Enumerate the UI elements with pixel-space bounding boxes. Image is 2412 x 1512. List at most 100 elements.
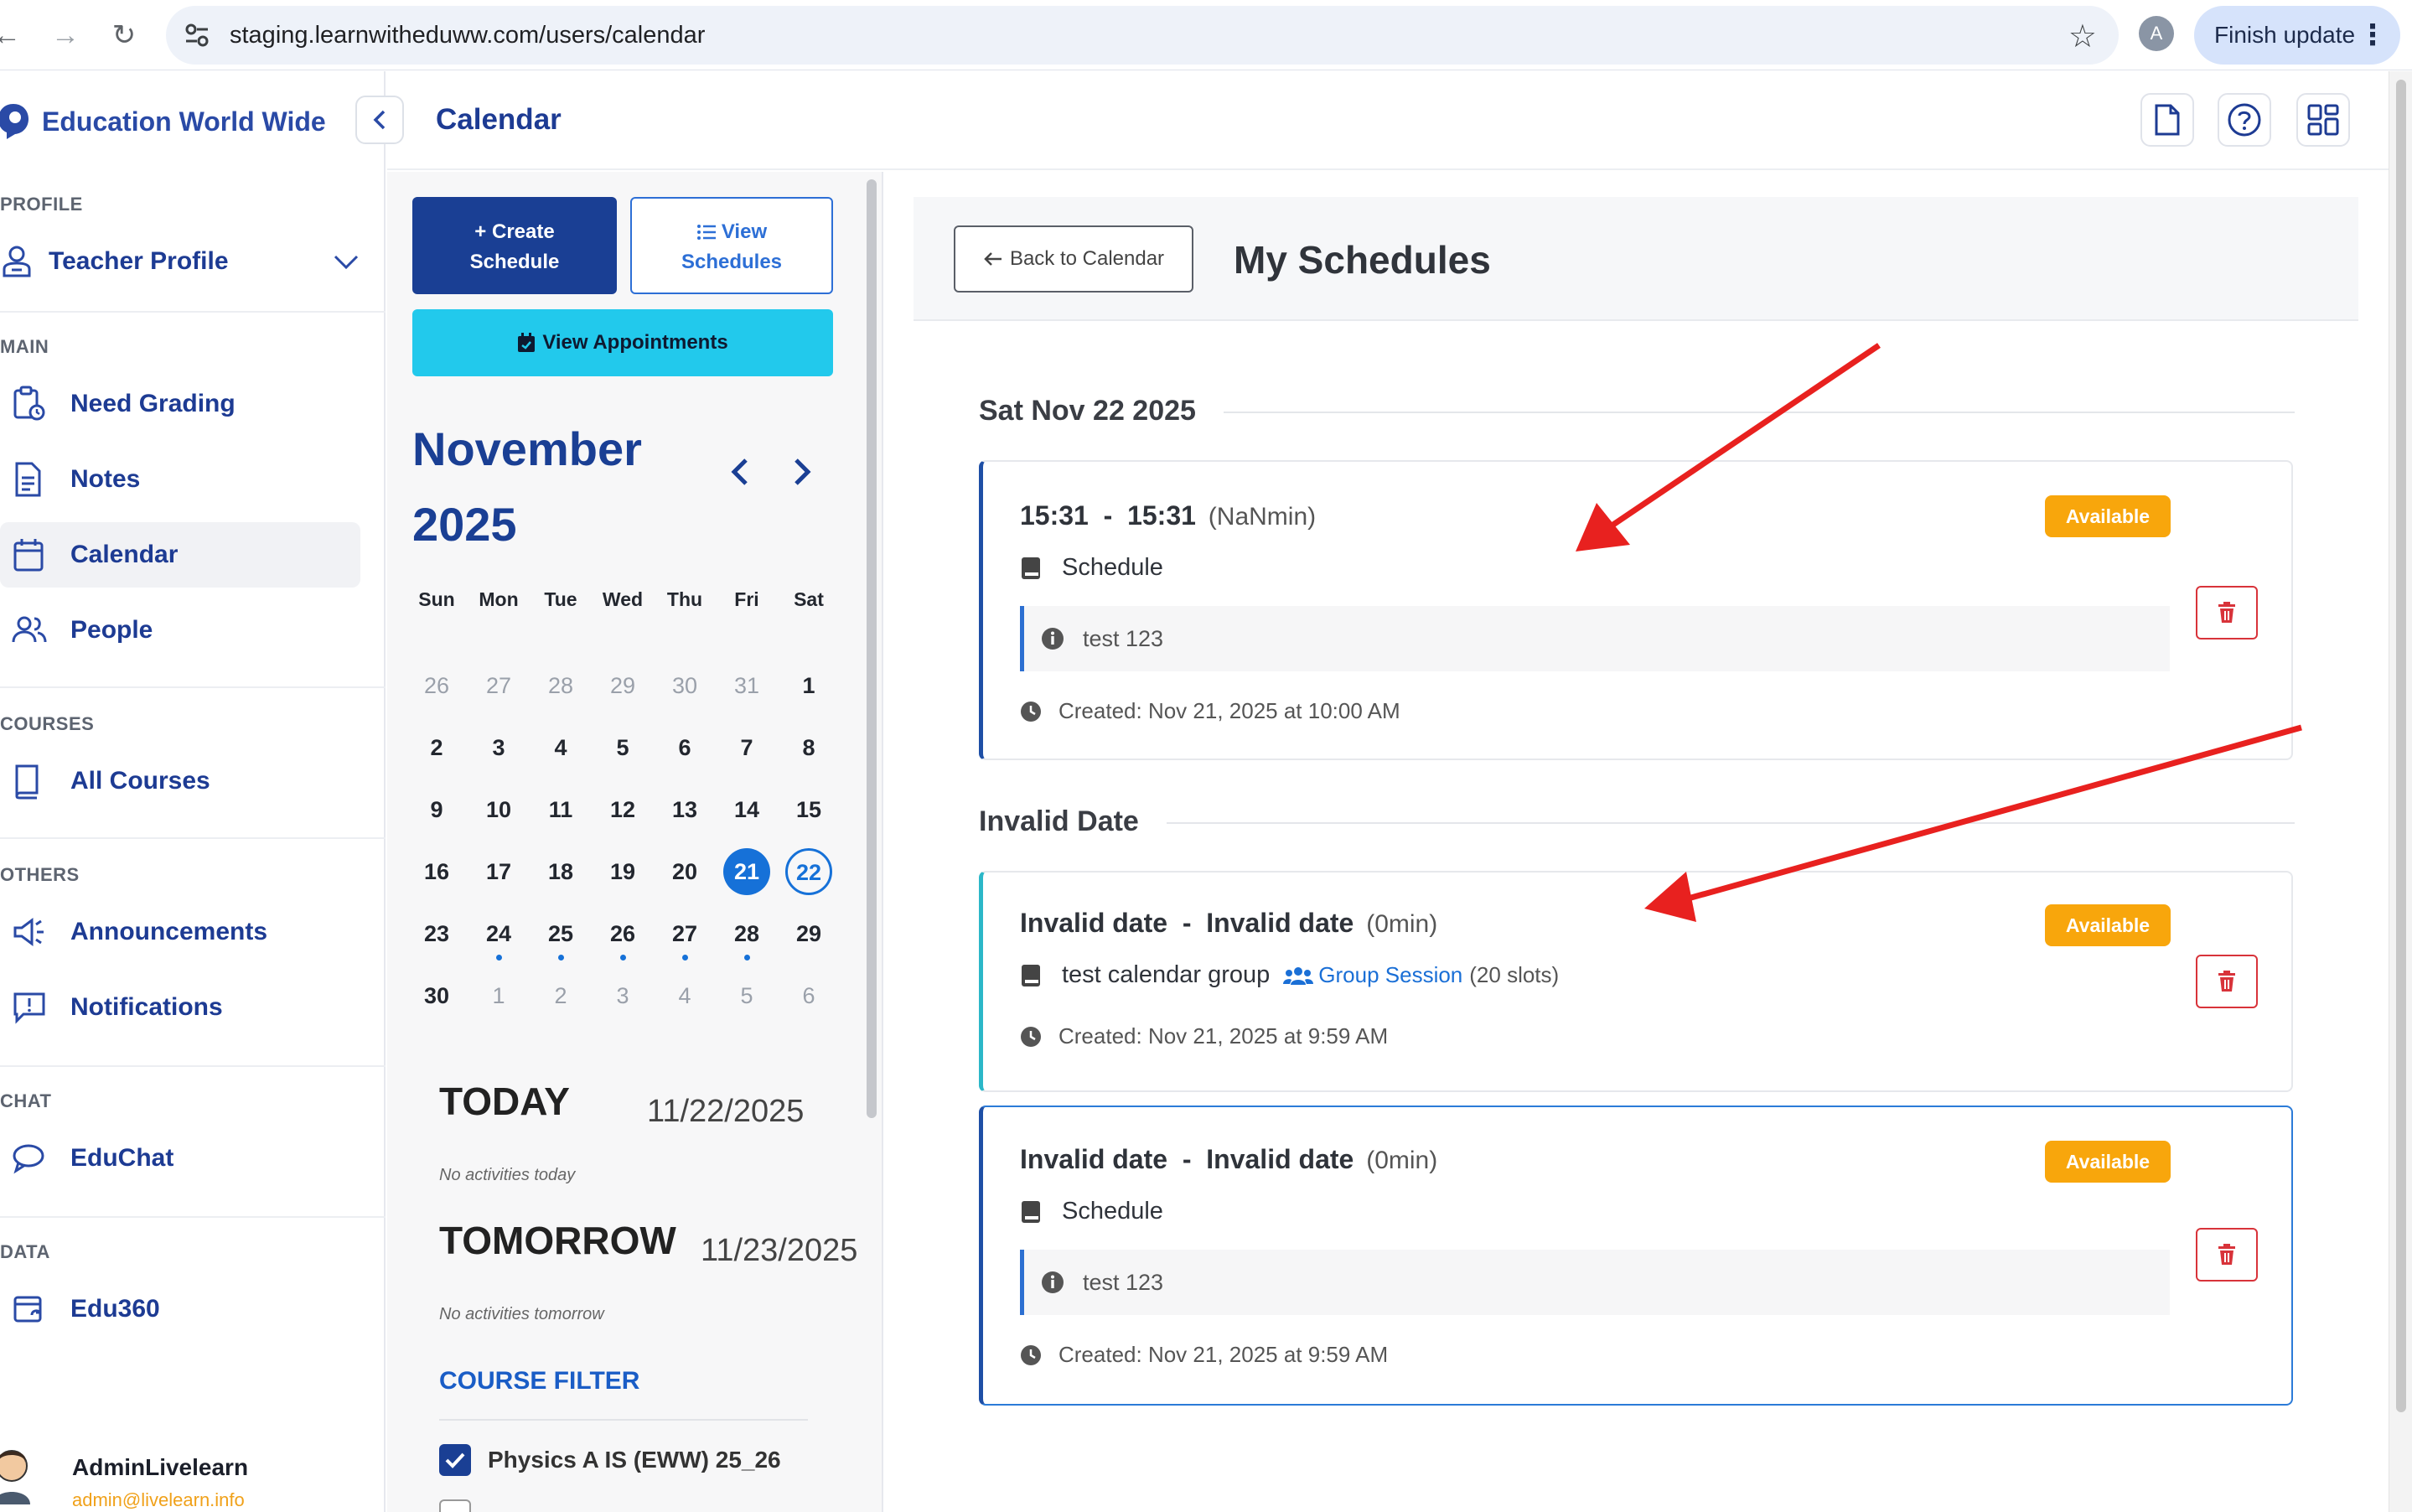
more-vert-icon[interactable]: ⋮ <box>2358 6 2387 65</box>
calendar-day[interactable]: 23 <box>406 921 468 947</box>
calendar-day[interactable]: 10 <box>468 797 530 823</box>
delete-button[interactable] <box>2196 1228 2258 1282</box>
view-schedules-button[interactable]: View Schedules <box>630 197 833 294</box>
calendar-day[interactable]: 6 <box>778 983 840 1009</box>
calendar-day[interactable]: 2 <box>530 983 592 1009</box>
calendar-day[interactable]: 16 <box>406 859 468 885</box>
calendar-day[interactable]: 27 <box>468 673 530 699</box>
checkbox-checked[interactable] <box>439 1444 471 1476</box>
sidebar-item-educhat[interactable]: EduChat <box>0 1126 360 1191</box>
calendar-day[interactable]: 4 <box>530 735 592 761</box>
sidebar-item-edu360[interactable]: Edu360 <box>0 1276 360 1342</box>
week-row: 16 17 18 19 20 21 22 <box>406 841 841 903</box>
calendar-day[interactable]: 9 <box>406 797 468 823</box>
calendar-day[interactable]: 4 <box>654 983 716 1009</box>
calendar-day[interactable]: 7 <box>716 735 778 761</box>
forward-arrow-icon[interactable]: → <box>47 17 84 54</box>
calendar-day[interactable]: 30 <box>654 673 716 699</box>
sidebar-item-all-courses[interactable]: All Courses <box>0 748 360 814</box>
calendar-day[interactable]: 18 <box>530 859 592 885</box>
calendar-day[interactable]: 3 <box>468 735 530 761</box>
group-session-link[interactable]: Group Session <box>1283 962 1462 988</box>
brand[interactable]: Education World Wide <box>0 96 326 147</box>
delete-button[interactable] <box>2196 586 2258 639</box>
calendar-day[interactable]: 29 <box>592 673 654 699</box>
calendar-day[interactable]: 24 <box>468 921 530 961</box>
sidebar-item-notifications[interactable]: Notifications <box>0 975 360 1040</box>
next-month-button[interactable] <box>789 455 815 498</box>
checkbox-unchecked[interactable] <box>439 1499 471 1512</box>
help-button[interactable] <box>2218 93 2271 147</box>
sidebar-item-label: EduChat <box>70 1144 174 1172</box>
sidebar-item-calendar[interactable]: Calendar <box>0 522 360 588</box>
back-label: Back to Calendar <box>1009 247 1165 270</box>
calendar-day[interactable]: 30 <box>406 983 468 1009</box>
calendar-day[interactable]: 31 <box>716 673 778 699</box>
document-button[interactable] <box>2140 93 2194 147</box>
apps-grid-button[interactable] <box>2296 93 2350 147</box>
calendar-day[interactable]: 3 <box>592 983 654 1009</box>
calendar-day[interactable]: 6 <box>654 735 716 761</box>
course-filter-item[interactable]: Physics A IS (EWW) 25_26 <box>439 1444 781 1476</box>
back-arrow-icon[interactable]: ← <box>0 17 25 54</box>
browser-toolbar: ← → ↻ staging.learnwitheduww.com/users/c… <box>0 0 2412 70</box>
sidebar-item-people[interactable]: People <box>0 598 360 663</box>
page-scrollbar[interactable] <box>2389 71 2412 1512</box>
chevron-down-icon <box>332 247 360 282</box>
calendar-day[interactable]: 19 <box>592 859 654 885</box>
view-appointments-button[interactable]: View Appointments <box>412 309 833 376</box>
back-to-calendar-button[interactable]: Back to Calendar <box>954 225 1193 293</box>
teacher-profile-toggle[interactable]: Teacher Profile <box>0 229 377 294</box>
calendar-day[interactable]: 27 <box>654 921 716 961</box>
calendar-day[interactable]: 5 <box>716 983 778 1009</box>
user-card[interactable]: AdminLivelearn admin@livelearn.info <box>0 1437 386 1512</box>
weekday-label: Sun <box>418 588 455 610</box>
bookmark-star-icon[interactable]: ☆ <box>2068 18 2097 55</box>
address-bar[interactable]: staging.learnwitheduww.com/users/calenda… <box>166 6 2119 65</box>
calendar-day[interactable]: 1 <box>468 983 530 1009</box>
calendar-day[interactable]: 1 <box>778 673 840 699</box>
calendar-icon <box>12 537 52 572</box>
reload-icon[interactable]: ↻ <box>106 17 142 54</box>
calendar-day[interactable]: 20 <box>654 859 716 885</box>
section-label-main: MAIN <box>0 336 49 357</box>
calendar-day[interactable]: 28 <box>530 673 592 699</box>
calendar-day[interactable]: 8 <box>778 735 840 761</box>
calendar-day[interactable]: 15 <box>778 797 840 823</box>
users-icon <box>1283 966 1314 985</box>
page-scrollbar-thumb[interactable] <box>2396 80 2406 1412</box>
calendar-day[interactable]: 14 <box>716 797 778 823</box>
calendar-day[interactable]: 29 <box>778 921 840 947</box>
site-settings-icon[interactable] <box>183 20 211 56</box>
user-email: admin@livelearn.info <box>72 1489 245 1510</box>
calendar-day[interactable]: 26 <box>592 921 654 961</box>
sidebar-item-announcements[interactable]: Announcements <box>0 899 360 965</box>
calendar-day-today[interactable]: 22 <box>778 848 840 895</box>
schedule-card[interactable]: 15:31 - 15:31 (NaNmin) Available Schedul… <box>979 460 2293 760</box>
calendar-day[interactable]: 5 <box>592 735 654 761</box>
calendar-day[interactable]: 11 <box>530 797 592 823</box>
calendar-day[interactable]: 28 <box>716 921 778 961</box>
calendar-day[interactable]: 17 <box>468 859 530 885</box>
calendar-scrollbar[interactable] <box>867 179 877 1118</box>
week-row: 23 24 25 26 27 28 29 <box>406 903 841 965</box>
calendar-day[interactable]: 2 <box>406 735 468 761</box>
note-text: test 123 <box>1083 625 1164 651</box>
calendar-day[interactable]: 12 <box>592 797 654 823</box>
schedule-card[interactable]: Invalid date - Invalid date (0min) Avail… <box>979 871 2293 1092</box>
calendar-day[interactable]: 13 <box>654 797 716 823</box>
finish-update-button[interactable]: Finish update ⋮ <box>2194 6 2400 65</box>
calendar-day-highlighted[interactable]: 21 <box>716 848 778 895</box>
prev-month-button[interactable] <box>727 455 753 498</box>
calendar-day[interactable]: 26 <box>406 673 468 699</box>
document-icon <box>12 461 52 498</box>
collapse-sidebar-button[interactable] <box>355 96 404 144</box>
create-schedule-button[interactable]: + Create Schedule <box>412 197 617 294</box>
sidebar-item-notes[interactable]: Notes <box>0 447 360 512</box>
delete-button[interactable] <box>2196 955 2258 1008</box>
url-text[interactable]: staging.learnwitheduww.com/users/calenda… <box>230 6 705 65</box>
schedule-card[interactable]: Invalid date - Invalid date (0min) Avail… <box>979 1106 2293 1406</box>
browser-profile-avatar[interactable]: A <box>2139 16 2174 51</box>
sidebar-item-need-grading[interactable]: Need Grading <box>0 371 360 437</box>
calendar-day[interactable]: 25 <box>530 921 592 961</box>
